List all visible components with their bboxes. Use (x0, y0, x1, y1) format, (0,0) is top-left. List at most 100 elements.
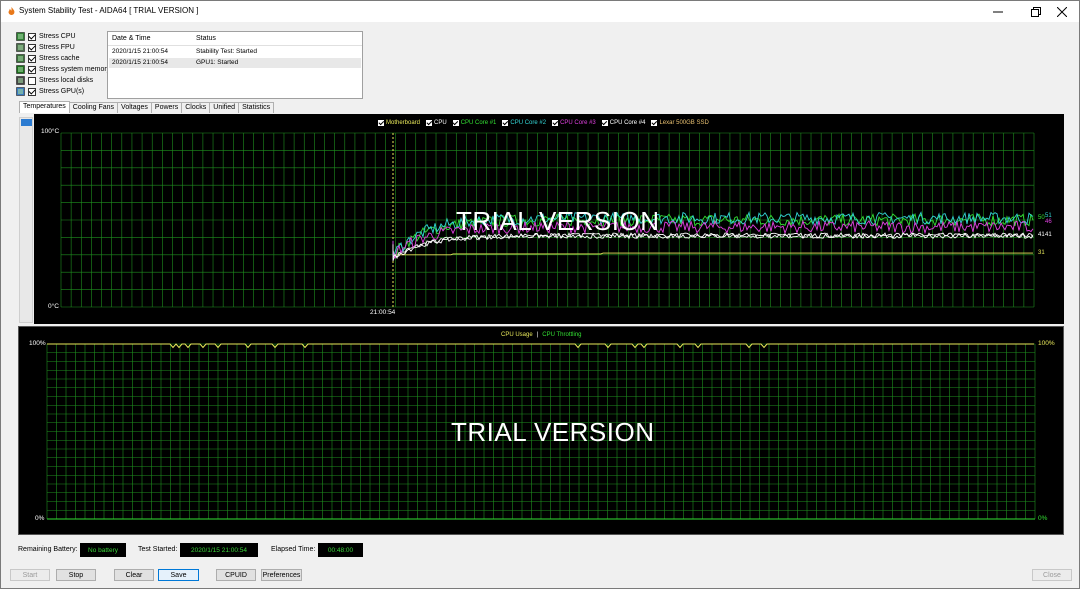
log-header-datetime: Date & Time (112, 35, 151, 42)
log-row-time: 2020/1/15 21:00:54 (112, 59, 169, 66)
temp-legend-label: CPU Core #4 (609, 120, 646, 126)
stress-checkbox[interactable] (28, 76, 36, 85)
graph-tabs: Temperatures Cooling Fans Voltages Power… (19, 101, 275, 113)
event-log-table[interactable]: Date & Time Status 2020/1/15 21:00:54 St… (107, 31, 363, 99)
temp-legend-label: CPU (434, 120, 447, 126)
tab-voltages[interactable]: Voltages (117, 102, 152, 113)
battery-label: Remaining Battery: (18, 546, 78, 553)
temp-y-max-label: 100°C (41, 128, 60, 135)
tab-cooling-fans[interactable]: Cooling Fans (68, 102, 119, 113)
temp-legend-item[interactable]: CPU Core #4 (601, 120, 646, 126)
stress-checkbox[interactable] (28, 32, 36, 41)
temp-y-min-label: 0°C (48, 303, 59, 310)
stress-checkbox[interactable] (28, 54, 36, 63)
stress-checkbox[interactable] (28, 43, 36, 52)
log-row-status: GPU1: Started (196, 59, 239, 66)
temp-legend-item[interactable]: CPU Core #1 (452, 120, 497, 126)
cache-icon (16, 54, 25, 63)
stress-option[interactable]: Stress GPU(s) (16, 86, 84, 97)
scrollbar-thumb[interactable] (21, 119, 32, 126)
cpu-usage-line (47, 343, 1034, 349)
sensor-scrollbar[interactable] (19, 117, 33, 323)
test-started-label: Test Started: (138, 546, 178, 553)
log-row[interactable]: 2020/1/15 21:00:54 GPU1: Started (109, 58, 361, 68)
stop-button[interactable]: Stop (56, 569, 96, 581)
elapsed-time-label: Elapsed Time: (271, 546, 316, 553)
legend-checkbox[interactable] (452, 120, 459, 126)
tab-temperatures[interactable]: Temperatures (19, 101, 70, 113)
legend-checkbox[interactable] (378, 120, 384, 126)
legend-checkbox[interactable] (651, 120, 658, 126)
tab-unified[interactable]: Unified (209, 102, 240, 113)
stress-option-label: Stress cache (39, 55, 80, 62)
stress-checkbox[interactable] (28, 65, 36, 74)
save-button[interactable]: Save (158, 569, 199, 581)
log-row-status: Stability Test: Started (196, 48, 257, 55)
start-button[interactable]: Start (10, 569, 50, 581)
temperature-legend: Motherboard CPU CPU Core #1 CPU Core #2 CPU … (378, 120, 715, 126)
stress-checkbox[interactable] (28, 87, 36, 96)
clear-button[interactable]: Clear (114, 569, 154, 581)
legend-checkbox[interactable] (502, 120, 509, 126)
close-button[interactable]: Close (1032, 569, 1072, 581)
stress-option-label: Stress local disks (39, 77, 94, 84)
tab-clocks[interactable]: Clocks (181, 102, 211, 113)
elapsed-time-value: 00:48:00 (318, 543, 363, 557)
temp-legend-item[interactable]: CPU Core #2 (502, 120, 546, 126)
temp-legend-label: CPU Core #3 (560, 120, 596, 126)
stress-option-label: Stress GPU(s) (39, 88, 85, 95)
close-icon (1057, 6, 1067, 17)
temp-legend-label: Motherboard (386, 120, 421, 126)
window-title: System Stability Test - AIDA64 [ TRIAL V… (19, 6, 199, 15)
stress-option-label: Stress CPU (39, 33, 76, 40)
legend-checkbox[interactable] (552, 120, 559, 126)
legend-cpu-throttling: CPU Throttling (542, 332, 582, 338)
stress-option[interactable]: Stress local disks (16, 75, 93, 86)
end-label-motherboard: 31 (1038, 250, 1045, 256)
temp-legend-item[interactable]: Lexar 500GB SSD (651, 120, 709, 126)
stress-option-label: Stress FPU (39, 44, 75, 51)
cpu-y-min-label: 0% (35, 515, 45, 522)
disk-icon (16, 76, 25, 85)
temp-legend-label: CPU Core #1 (460, 120, 497, 126)
end-label-core4: 41 (1045, 232, 1052, 238)
temp-start-time-label: 21:00:54 (370, 309, 396, 316)
minimize-button[interactable] (980, 1, 1016, 22)
gpu-icon (16, 87, 25, 96)
legend-checkbox[interactable] (601, 120, 608, 126)
temp-legend-item[interactable]: Motherboard (378, 120, 420, 126)
cpu-usage-legend: CPU Usage | CPU Throttling (501, 332, 582, 338)
log-header: Date & Time Status (108, 32, 362, 46)
legend-separator: | (536, 332, 539, 338)
tab-statistics[interactable]: Statistics (238, 102, 275, 113)
stress-option[interactable]: Stress FPU (16, 42, 75, 53)
temp-legend-item[interactable]: CPU (426, 120, 447, 126)
end-label-cpu: 41 (1038, 232, 1045, 238)
stress-option[interactable]: Stress cache (16, 53, 79, 64)
stress-option[interactable]: Stress system memory (16, 64, 110, 75)
stress-option-label: Stress system memory (39, 66, 111, 73)
tab-powers[interactable]: Powers (150, 102, 183, 113)
temperature-chart: Motherboard CPU CPU Core #1 CPU Core #2 CPU … (34, 114, 1064, 324)
title-bar[interactable]: System Stability Test - AIDA64 [ TRIAL V… (1, 1, 1079, 22)
close-window-button[interactable] (1044, 1, 1079, 22)
legend-checkbox[interactable] (426, 120, 433, 126)
battery-value: No battery (80, 543, 126, 557)
log-row-time: 2020/1/15 21:00:54 (112, 48, 169, 55)
legend-cpu-usage: CPU Usage (501, 332, 533, 338)
cpu-right-max-label: 100% (1038, 340, 1055, 347)
preferences-button[interactable]: Preferences (261, 569, 302, 581)
minimize-icon (993, 11, 1003, 12)
log-row[interactable]: 2020/1/15 21:00:54 Stability Test: Start… (109, 47, 361, 57)
temp-trial-watermark: TRIAL VERSION (456, 206, 660, 236)
temp-series-line (392, 251, 1033, 256)
log-header-status: Status (196, 35, 216, 42)
end-label-core1: 50 (1038, 215, 1045, 221)
test-started-value: 2020/1/15 21:00:54 (180, 543, 258, 557)
cpuid-button[interactable]: CPUID (216, 569, 256, 581)
stress-option[interactable]: Stress CPU (16, 31, 76, 42)
cpu-usage-chart: CPU Usage | CPU Throttling 100% 0% 100% … (18, 326, 1064, 535)
restore-icon (1031, 6, 1041, 17)
temp-legend-item[interactable]: CPU Core #3 (552, 120, 596, 126)
temp-legend-label: Lexar 500GB SSD (659, 120, 709, 126)
